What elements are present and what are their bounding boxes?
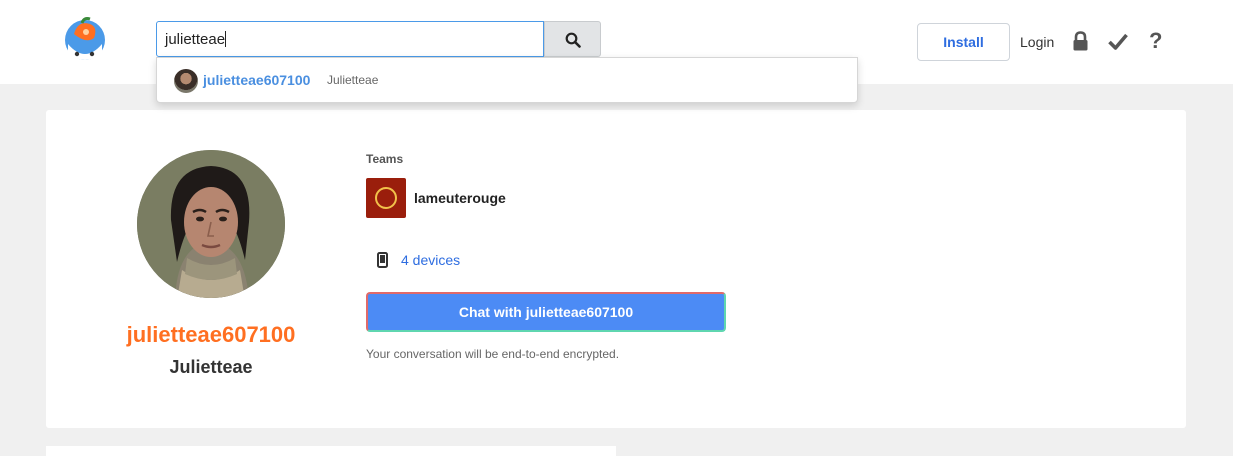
help-icon[interactable]: ?	[1149, 28, 1162, 54]
profile-full-name: Julietteae	[169, 357, 253, 377]
chat-button[interactable]: Chat with julietteae607100	[366, 292, 726, 332]
result-username: julietteae607100	[203, 72, 311, 88]
team-name-link[interactable]: lameuterouge	[414, 190, 506, 206]
text-caret	[225, 31, 227, 47]
profile-username: julietteae607100	[126, 322, 296, 347]
search-input[interactable]: julietteae	[156, 21, 544, 57]
team-avatar-icon[interactable]	[366, 178, 406, 218]
profile-avatar	[137, 150, 285, 298]
phone-icon	[377, 252, 388, 268]
check-icon[interactable]	[1108, 33, 1128, 50]
search-results-dropdown: julietteae607100 Julietteae	[156, 57, 858, 103]
result-full-name: Julietteae	[327, 73, 379, 87]
teams-heading: Teams	[366, 152, 404, 166]
secondary-card	[46, 446, 616, 456]
lock-icon[interactable]	[1072, 31, 1089, 52]
search-input-value: julietteae	[165, 31, 226, 48]
avatar-portrait	[137, 150, 285, 298]
install-button[interactable]: Install	[917, 23, 1010, 61]
keybase-logo-icon[interactable]	[60, 14, 110, 60]
login-link[interactable]: Login	[1020, 34, 1054, 50]
search-icon	[565, 32, 581, 48]
encryption-note: Your conversation will be end-to-end enc…	[366, 347, 620, 361]
result-avatar	[174, 69, 198, 93]
devices-link[interactable]: 4 devices	[401, 252, 460, 268]
profile-card: julietteae607100 Julietteae Teams lameut…	[46, 110, 1186, 428]
search-button[interactable]	[544, 21, 601, 57]
